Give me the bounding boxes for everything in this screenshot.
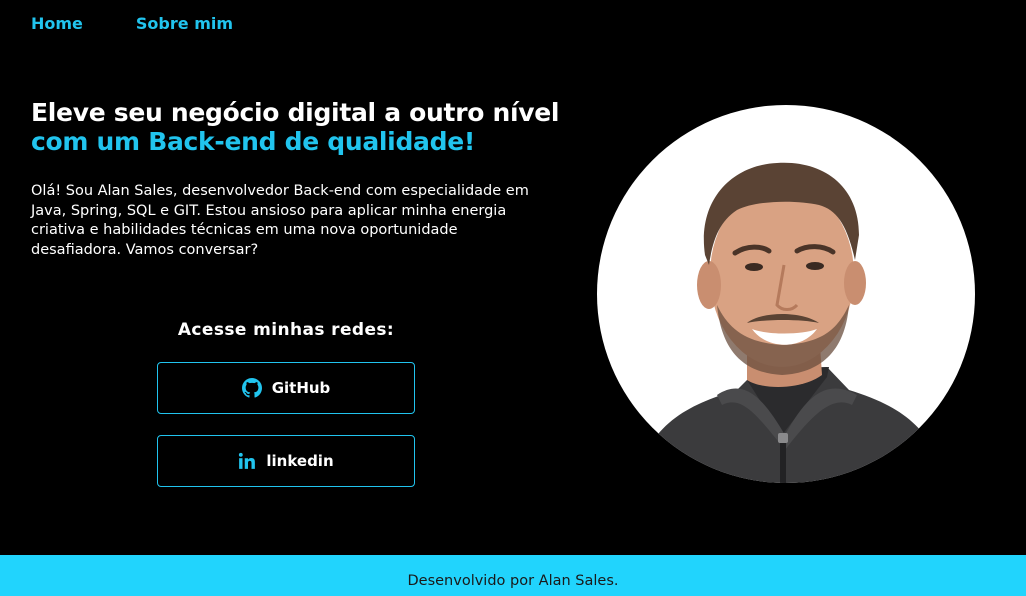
intro-paragraph: Olá! Sou Alan Sales, desenvolvedor Back-… xyxy=(31,183,529,258)
social-section: Acesse minhas redes: GitHub linkedin xyxy=(157,320,415,487)
headline-white-text: Eleve seu negócio digital a outro nível xyxy=(31,98,560,127)
linkedin-icon xyxy=(238,452,256,470)
social-title: Acesse minhas redes: xyxy=(177,320,395,340)
github-button-label: GitHub xyxy=(271,379,331,397)
top-nav: Home Sobre mim xyxy=(31,14,233,33)
page: Home Sobre mim Eleve seu negócio digital… xyxy=(0,0,1026,596)
github-icon xyxy=(241,378,262,398)
github-button[interactable]: GitHub xyxy=(157,362,415,414)
linkedin-button-label: linkedin xyxy=(266,452,334,470)
profile-photo xyxy=(597,105,975,483)
nav-about-link[interactable]: Sobre mim xyxy=(136,14,233,33)
footer: Desenvolvido por Alan Sales. xyxy=(0,555,1026,596)
hero-headline: Eleve seu negócio digital a outro nível … xyxy=(31,98,571,156)
footer-text: Desenvolvido por Alan Sales. xyxy=(407,573,619,589)
linkedin-button[interactable]: linkedin xyxy=(157,435,415,487)
nav-home-link[interactable]: Home xyxy=(31,14,83,33)
hero-section: Eleve seu negócio digital a outro nível … xyxy=(31,98,571,260)
headline-accent-text: com um Back-end de qualidade! xyxy=(31,127,475,156)
